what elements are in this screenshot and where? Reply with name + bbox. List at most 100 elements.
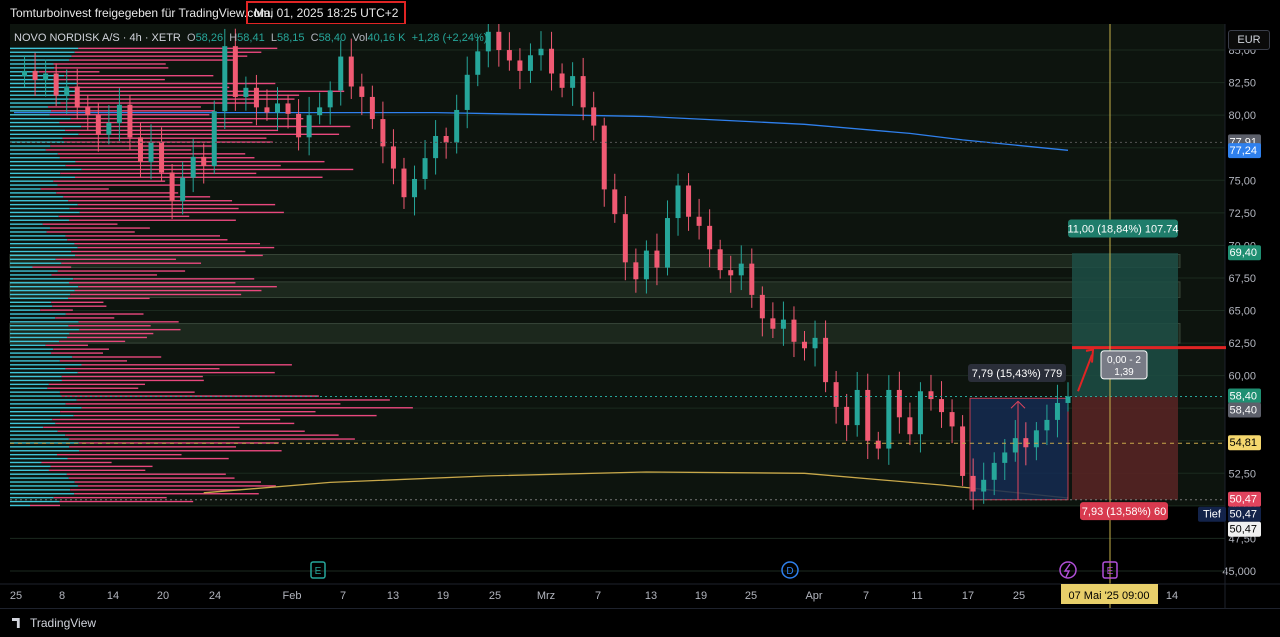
x-tick-label: 7 xyxy=(595,590,601,602)
x-tick-label: 13 xyxy=(387,590,399,602)
vp-down-bar xyxy=(51,110,215,112)
candle-body xyxy=(759,294,765,319)
candle-body xyxy=(928,391,934,400)
candle-body xyxy=(654,250,660,268)
candle-body xyxy=(348,56,354,87)
vp-up-bar xyxy=(10,219,70,221)
vp-up-bar xyxy=(10,368,66,370)
long-stop-zone xyxy=(1072,396,1178,500)
vp-down-bar xyxy=(53,496,167,499)
vp-down-bar xyxy=(47,387,139,389)
candle-body xyxy=(707,225,713,250)
vp-down-bar xyxy=(79,328,181,331)
x-tick-label: 14 xyxy=(107,590,119,602)
timestamp-box: Mai 01, 2025 18:25 UTC+2 xyxy=(246,1,407,25)
vp-down-bar xyxy=(46,231,135,233)
vp-up-bar xyxy=(10,340,60,343)
x-tick-label: Feb xyxy=(283,590,302,602)
candle-body xyxy=(591,107,597,126)
vp-up-bar xyxy=(10,364,82,366)
currency-button[interactable]: EUR xyxy=(1228,30,1270,50)
vp-up-bar xyxy=(10,227,50,229)
candle-body xyxy=(917,391,923,435)
vp-up-bar xyxy=(10,496,54,499)
vp-down-bar xyxy=(40,309,73,311)
vp-down-bar xyxy=(55,422,295,425)
candle-body xyxy=(1002,452,1008,463)
vp-down-bar xyxy=(41,461,112,464)
legend-open: 58,26 xyxy=(195,32,224,44)
vp-up-bar xyxy=(10,493,75,495)
x-tick-label: 8 xyxy=(59,590,65,602)
vp-down-bar xyxy=(78,47,278,50)
vp-up-bar xyxy=(10,477,69,479)
candle-body xyxy=(433,136,439,159)
vp-down-bar xyxy=(57,270,186,272)
vp-up-bar xyxy=(10,414,74,417)
candle-body xyxy=(664,218,670,268)
candle-body xyxy=(991,462,997,480)
vp-up-bar xyxy=(10,129,66,132)
vp-down-bar xyxy=(56,192,179,194)
candle-body xyxy=(833,382,839,407)
vp-down-bar xyxy=(50,145,212,147)
vp-up-bar xyxy=(10,55,72,57)
vp-down-bar xyxy=(81,407,413,409)
vp-up-bar xyxy=(10,500,60,503)
vp-up-bar xyxy=(10,157,60,159)
vp-up-bar xyxy=(10,160,76,163)
vp-up-bar xyxy=(10,438,69,440)
price-chart[interactable]: 45,00047,5050,0052,5055,0057,5060,0062,5… xyxy=(0,24,1280,608)
candle-body xyxy=(802,341,807,349)
vp-down-bar xyxy=(77,371,275,374)
vp-down-bar xyxy=(48,383,145,386)
candle-body xyxy=(622,214,628,263)
vp-down-bar xyxy=(70,489,241,491)
vp-up-bar xyxy=(10,313,66,315)
vp-down-bar xyxy=(52,305,107,307)
vp-up-bar xyxy=(10,453,58,456)
candle-body xyxy=(865,389,871,441)
vp-down-bar xyxy=(60,102,258,104)
y-tick-label: 75,00 xyxy=(1228,175,1256,187)
vp-up-bar xyxy=(10,133,79,135)
vp-up-bar xyxy=(10,188,41,190)
x-tick-label: 11 xyxy=(911,590,922,602)
vp-up-bar xyxy=(10,317,56,319)
candle-body xyxy=(696,216,702,226)
legend-low: 58,15 xyxy=(276,32,305,44)
candle-body xyxy=(306,115,312,138)
tradingview-logo[interactable]: TradingView xyxy=(12,616,96,630)
candle-body xyxy=(812,337,818,349)
vp-up-bar xyxy=(10,481,75,483)
vp-down-bar xyxy=(77,246,275,249)
vp-down-bar xyxy=(59,391,195,393)
vp-up-bar xyxy=(10,336,68,339)
candle-body xyxy=(538,48,544,56)
candle-body xyxy=(633,262,639,280)
vp-down-bar xyxy=(62,137,267,139)
vp-up-bar xyxy=(10,262,62,264)
vp-up-bar xyxy=(10,278,74,280)
vp-down-bar xyxy=(67,336,147,339)
vp-up-bar xyxy=(10,309,41,311)
x-tick-label: Apr xyxy=(805,590,822,602)
x-tick-label: 19 xyxy=(437,590,449,602)
candle-body xyxy=(949,412,955,427)
vp-down-bar xyxy=(74,481,262,483)
vp-down-bar xyxy=(49,227,150,229)
vp-down-bar xyxy=(32,266,72,268)
vp-up-bar xyxy=(10,106,48,108)
candle-body xyxy=(496,31,502,51)
candle-body xyxy=(253,87,259,108)
price-badge: 54,81 xyxy=(1229,437,1257,449)
vp-up-bar xyxy=(10,461,42,464)
range-measure-label: 7,79 (15,43%) 779 xyxy=(972,368,1063,380)
x-tick-label: 13 xyxy=(645,590,657,602)
vp-up-bar xyxy=(10,332,70,335)
vp-down-bar xyxy=(69,207,239,210)
vp-down-bar xyxy=(68,325,151,327)
vp-up-bar xyxy=(10,223,43,225)
vp-down-bar xyxy=(78,321,179,323)
vp-down-bar xyxy=(67,239,228,241)
